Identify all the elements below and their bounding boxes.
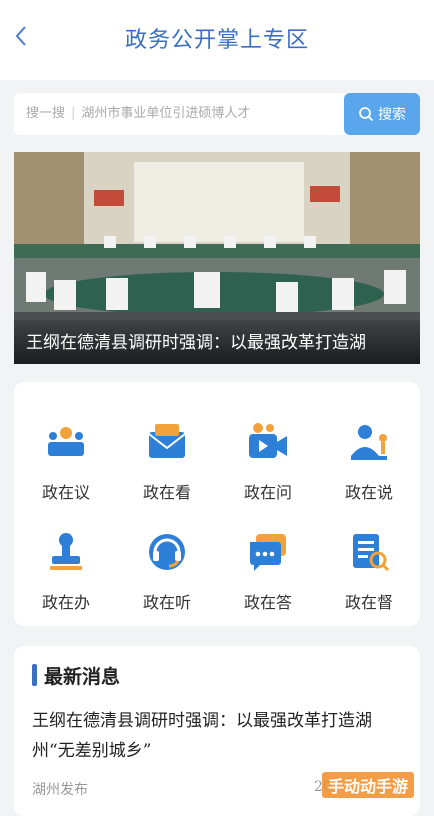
service-item-listen[interactable]: 政在听 bbox=[117, 502, 217, 612]
page-title: 政务公开掌上专区 bbox=[124, 28, 309, 53]
service-label: 政在督 bbox=[344, 593, 393, 612]
service-label: 政在说 bbox=[344, 483, 393, 502]
news-item-title[interactable]: 王纲在德清县调研时强调：以最强改革打造湖州“无差别城乡” bbox=[32, 706, 402, 766]
watermark: 手动动手游 bbox=[322, 772, 415, 798]
banner-caption-text: 王纲在德清县调研时强调：以最强改革打造湖 bbox=[26, 333, 366, 353]
section-accent-bar bbox=[32, 664, 37, 686]
video-icon bbox=[249, 423, 287, 458]
service-item-answer[interactable]: 政在答 bbox=[218, 502, 318, 612]
service-item-ask[interactable]: 政在问 bbox=[218, 392, 318, 502]
news-banner[interactable]: 王纲在德清县调研时强调：以最强改革打造湖 bbox=[14, 152, 420, 364]
news-item-source: 湖州发布 bbox=[32, 782, 88, 798]
service-item-speak[interactable]: 政在说 bbox=[319, 392, 419, 502]
banner-caption: 王纲在德清县调研时强调：以最强改革打造湖 bbox=[14, 320, 420, 364]
search-button[interactable]: 搜索 bbox=[344, 93, 420, 135]
service-label: 政在答 bbox=[243, 593, 292, 612]
mail-icon bbox=[148, 424, 186, 458]
news-section-title: 最新消息 bbox=[44, 666, 121, 688]
service-item-supervise[interactable]: 政在督 bbox=[319, 502, 419, 612]
search-bar: 搜一搜 | 湖州市事业单位引进硕博人才 搜索 bbox=[14, 93, 420, 135]
search-icon bbox=[359, 107, 374, 122]
headset-icon bbox=[149, 534, 185, 570]
search-input[interactable]: 搜一搜 | 湖州市事业单位引进硕博人才 bbox=[26, 93, 336, 135]
service-item-handle[interactable]: 政在办 bbox=[16, 502, 116, 612]
service-item-view[interactable]: 政在看 bbox=[117, 392, 217, 502]
search-button-label: 搜索 bbox=[378, 107, 406, 123]
service-label: 政在看 bbox=[142, 483, 191, 502]
app-header: 政务公开掌上专区 bbox=[0, 0, 434, 80]
stamp-icon bbox=[50, 533, 82, 570]
service-label: 政在听 bbox=[142, 593, 191, 612]
meeting-icon bbox=[48, 427, 84, 456]
services-grid: 政在议 政在看 政在问 政在说 政在办 政在听 政在答 政在督 bbox=[14, 382, 420, 626]
service-item-discuss[interactable]: 政在议 bbox=[16, 392, 116, 502]
service-label: 政在问 bbox=[243, 483, 292, 502]
search-label: 搜一搜 bbox=[26, 106, 66, 121]
search-divider: | bbox=[71, 106, 76, 121]
service-label: 政在办 bbox=[41, 593, 90, 612]
inspect-icon bbox=[353, 534, 390, 572]
service-label: 政在议 bbox=[41, 483, 90, 502]
speaker-icon bbox=[351, 425, 387, 460]
search-placeholder: 湖州市事业单位引进硕博人才 bbox=[81, 106, 251, 121]
chat-icon bbox=[250, 534, 286, 571]
